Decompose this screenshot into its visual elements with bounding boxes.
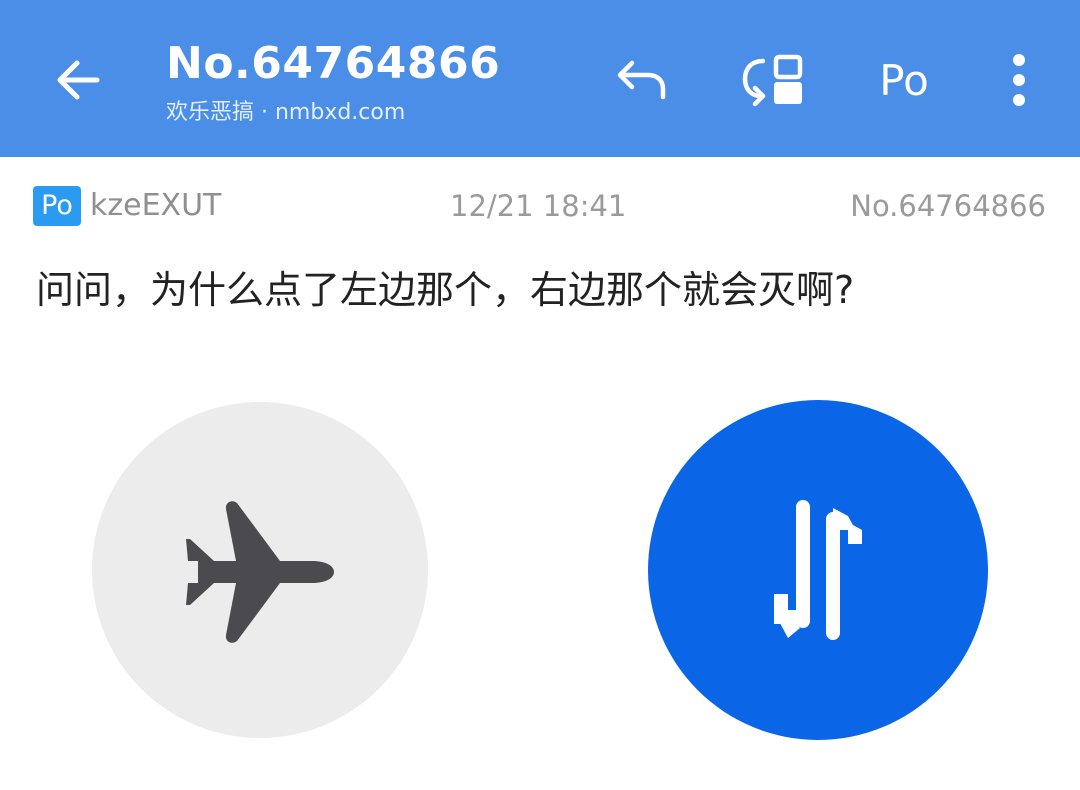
- post-number[interactable]: No.64764866: [850, 186, 1046, 226]
- post-image[interactable]: [0, 360, 1080, 790]
- arrow-left-icon: [57, 60, 100, 100]
- post-content: 问问，为什么点了左边那个，右边那个就会灭啊?: [36, 268, 855, 312]
- back-button[interactable]: [44, 44, 112, 116]
- top-app-bar: No.64764866 欢乐恶搞 · nmbxd.com Po: [0, 0, 1080, 157]
- po-only-button[interactable]: Po: [864, 46, 944, 114]
- reply-button[interactable]: [606, 46, 676, 114]
- mobile-data-icon: [774, 500, 862, 640]
- post-meta: Po kzeEXUT 12/21 18:41 No.64764866: [0, 178, 1080, 234]
- thread-subtitle: 欢乐恶搞 · nmbxd.com: [166, 100, 406, 125]
- title-block: No.64764866 欢乐恶搞 · nmbxd.com: [166, 36, 500, 128]
- post-time: 12/21 18:41: [450, 189, 627, 223]
- airplane-icon: [186, 501, 334, 643]
- switch-icon: [742, 54, 803, 107]
- thread-title: No.64764866: [166, 38, 501, 89]
- app-window: No.64764866 欢乐恶搞 · nmbxd.com Po Po kzeEX…: [0, 0, 1080, 790]
- more-options-button[interactable]: [996, 46, 1042, 114]
- more-vert-icon: [1013, 54, 1025, 106]
- mobile-data-toggle[interactable]: [648, 400, 988, 740]
- po-badge: Po: [33, 186, 81, 226]
- switch-forum-button[interactable]: [734, 46, 810, 114]
- user-id[interactable]: kzeEXUT: [90, 186, 221, 226]
- airplane-mode-toggle[interactable]: [92, 402, 428, 738]
- reply-icon: [617, 60, 666, 100]
